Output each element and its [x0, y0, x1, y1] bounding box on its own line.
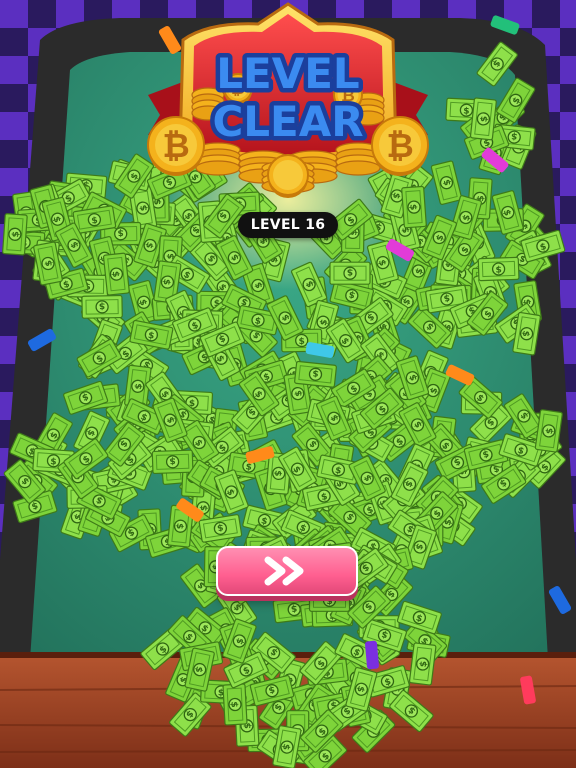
dollar-bill-icon: $ — [294, 360, 337, 388]
svg-text:$: $ — [134, 383, 145, 390]
dollar-bill-icon: $ — [534, 409, 563, 453]
double-chevron-right-icon — [264, 556, 304, 586]
dollar-bill-icon: $ — [477, 256, 520, 282]
svg-text:$: $ — [290, 603, 297, 614]
svg-text:$: $ — [463, 107, 470, 117]
svg-text:$: $ — [11, 231, 21, 238]
dollar-bill-icon: $ — [151, 449, 194, 475]
bitcoin-coin-icon: ₿ — [147, 116, 205, 176]
svg-text:$: $ — [50, 457, 57, 467]
next-level-button[interactable] — [216, 546, 358, 596]
game-scene: $ $ $ $ $ $ $ $ $ $ $ $ $ $ $ $ $ $ $ $ … — [0, 0, 576, 768]
svg-text:$: $ — [174, 522, 185, 529]
svg-text:₿: ₿ — [386, 126, 413, 165]
dollar-bill-icon: $ — [469, 97, 497, 141]
svg-text:$: $ — [312, 368, 319, 379]
svg-text:$: $ — [228, 701, 238, 708]
svg-text:$: $ — [117, 227, 123, 237]
svg-text:$: $ — [272, 470, 283, 477]
bitcoin-coin-icon: ₿ — [371, 116, 429, 176]
confetti-piece — [365, 640, 379, 670]
bitcoin-coin-icon — [267, 154, 309, 198]
svg-text:$: $ — [299, 337, 305, 347]
svg-text:$: $ — [99, 300, 105, 310]
dollar-bill-icon: $ — [329, 261, 371, 285]
level-clear-badge: ₿ ₿ ₿ ₿ LEVEL LEVEL CLEAR CLEAR — [147, 2, 429, 198]
svg-text:$: $ — [347, 267, 353, 277]
svg-text:$: $ — [480, 115, 491, 122]
svg-text:$: $ — [495, 265, 502, 275]
svg-text:₿: ₿ — [162, 126, 189, 165]
svg-text:$: $ — [419, 660, 430, 667]
level-label: LEVEL 16 — [250, 217, 326, 233]
svg-text:$: $ — [110, 271, 121, 278]
dollar-bill-icon: $ — [102, 252, 130, 296]
svg-text:$: $ — [511, 130, 518, 141]
dollar-bill-icon: $ — [2, 213, 28, 256]
dollar-bill-icon: $ — [408, 642, 437, 686]
dollar-bill-icon: $ — [222, 683, 248, 726]
title-line2: CLEAR — [212, 97, 363, 146]
level-indicator: LEVEL 16 — [238, 212, 338, 238]
svg-text:$: $ — [326, 597, 332, 607]
dollar-bill-icon: $ — [81, 294, 123, 319]
svg-text:$: $ — [169, 455, 176, 465]
title-line1: LEVEL — [216, 49, 359, 98]
